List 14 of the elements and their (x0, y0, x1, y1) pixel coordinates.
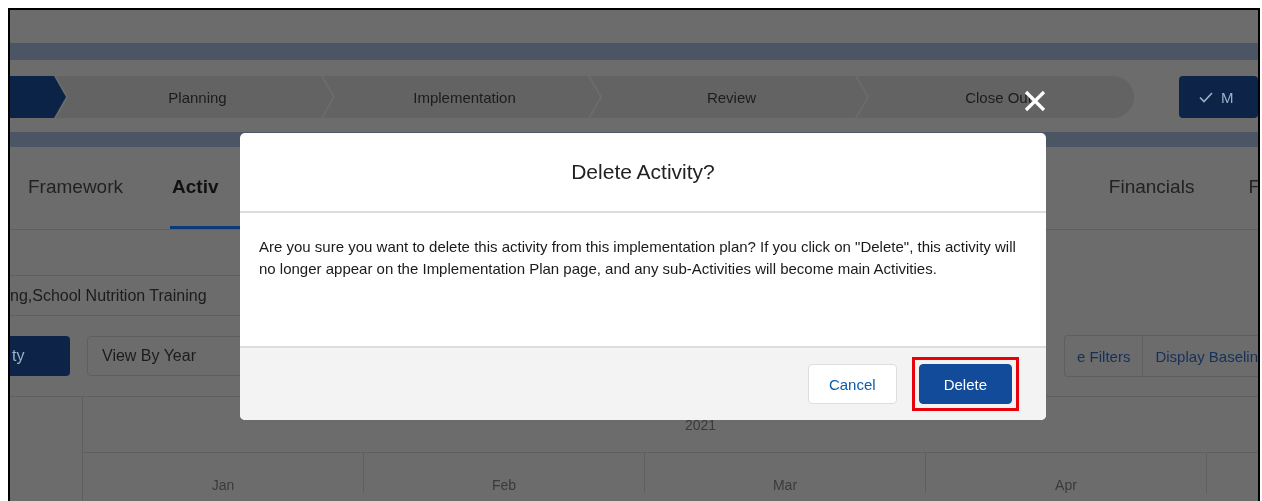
path-stage[interactable]: Review (590, 76, 867, 118)
filters-button[interactable]: e Filters (1065, 336, 1143, 376)
mark-complete-button[interactable]: M (1178, 76, 1258, 118)
tab[interactable]: Framework (26, 147, 125, 229)
display-baseline-button[interactable]: Display Baselin (1142, 336, 1258, 376)
dialog-button[interactable]: Delete (918, 364, 1012, 404)
new-activity-button[interactable]: ty (10, 336, 70, 376)
modal-title: Delete Activity? (571, 160, 715, 184)
dialog-button[interactable]: Cancel (807, 364, 897, 404)
checkmark-icon (1198, 91, 1213, 103)
path-stage[interactable]: Planning (56, 76, 333, 118)
path-stage[interactable] (10, 76, 66, 118)
tab[interactable]: Financials (1106, 147, 1197, 229)
path-stage[interactable]: Implementation (323, 76, 600, 118)
